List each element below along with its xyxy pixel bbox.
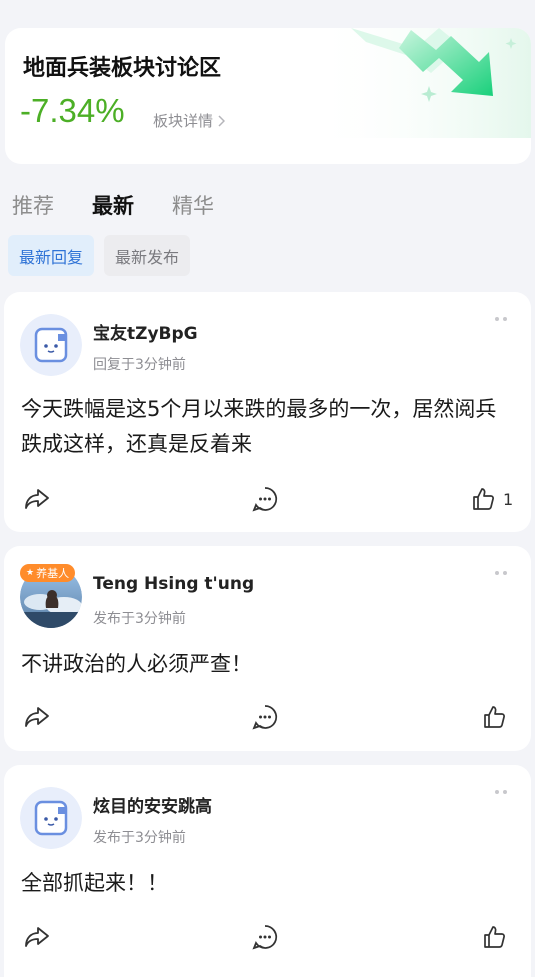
more-options-icon[interactable] bbox=[495, 790, 507, 794]
share-button[interactable] bbox=[24, 702, 50, 732]
tab-recommend[interactable]: 推荐 bbox=[12, 190, 54, 226]
post-author[interactable]: 宝友tZyBpG bbox=[93, 319, 198, 344]
post-content[interactable]: 全部抓起来！！ bbox=[21, 866, 511, 901]
badge-star-icon: ★ bbox=[26, 568, 35, 578]
chevron-right-icon bbox=[218, 114, 226, 127]
comment-icon bbox=[252, 705, 278, 730]
thumbs-up-icon bbox=[484, 706, 505, 728]
share-icon bbox=[25, 927, 49, 947]
thumbs-up-icon bbox=[484, 926, 505, 948]
tab-featured[interactable]: 精华 bbox=[172, 190, 214, 226]
share-icon bbox=[25, 707, 49, 727]
sector-detail-link[interactable]: 板块详情 bbox=[153, 110, 226, 131]
thumbs-up-icon bbox=[473, 488, 494, 510]
post-card[interactable]: ★ 养基人 Teng Hsing t'ung 发布于3分钟前 不讲政治的人必须严… bbox=[4, 546, 531, 751]
comment-button[interactable] bbox=[252, 702, 278, 732]
tab-latest[interactable]: 最新 bbox=[92, 190, 134, 226]
like-button[interactable]: 1 bbox=[471, 484, 513, 514]
like-button[interactable] bbox=[482, 922, 514, 952]
comment-icon bbox=[252, 487, 278, 512]
comment-button[interactable] bbox=[252, 484, 278, 514]
post-time: 发布于3分钟前 bbox=[93, 830, 186, 846]
comment-button[interactable] bbox=[252, 922, 278, 952]
avatar[interactable] bbox=[20, 314, 82, 376]
more-options-icon[interactable] bbox=[495, 317, 507, 321]
post-author[interactable]: 炫目的安安跳高 bbox=[93, 792, 212, 817]
sector-detail-label: 板块详情 bbox=[153, 112, 214, 130]
post-card[interactable]: 炫目的安安跳高 发布于3分钟前 全部抓起来！！ bbox=[4, 765, 531, 977]
sector-header-card: 地面兵装板块讨论区 -7.34% 板块详情 bbox=[5, 28, 531, 164]
sector-title: 地面兵装板块讨论区 bbox=[23, 56, 222, 81]
post-time: 发布于3分钟前 bbox=[93, 611, 186, 627]
more-options-icon[interactable] bbox=[495, 571, 507, 575]
default-avatar-icon bbox=[20, 787, 82, 849]
post-time: 回复于3分钟前 bbox=[93, 357, 186, 373]
post-card[interactable]: 宝友tZyBpG 回复于3分钟前 今天跌幅是这5个月以来跌的最多的一次，居然阅兵… bbox=[4, 292, 531, 532]
default-avatar-icon bbox=[20, 314, 82, 376]
post-content[interactable]: 今天跌幅是这5个月以来跌的最多的一次，居然阅兵跌成这样，还真是反着来 bbox=[21, 392, 511, 462]
avatar-badge-label: 养基人 bbox=[36, 567, 70, 580]
avatar-badge: ★ 养基人 bbox=[20, 564, 76, 582]
share-button[interactable] bbox=[24, 484, 50, 514]
subtab-latest-reply[interactable]: 最新回复 bbox=[8, 235, 95, 276]
down-trend-arrow-icon bbox=[311, 28, 531, 138]
like-button[interactable] bbox=[482, 702, 514, 732]
sort-subtabs: 最新回复 最新发布 bbox=[8, 235, 191, 276]
share-button[interactable] bbox=[24, 922, 50, 952]
like-count: 1 bbox=[503, 489, 514, 509]
post-content[interactable]: 不讲政治的人必须严查！ bbox=[21, 647, 511, 682]
share-icon bbox=[25, 489, 49, 509]
feed-tabs: 推荐 最新 精华 bbox=[0, 190, 535, 226]
avatar[interactable] bbox=[20, 787, 82, 849]
sector-change-percent: -7.34% bbox=[20, 92, 125, 129]
subtab-latest-post[interactable]: 最新发布 bbox=[104, 235, 191, 276]
post-author[interactable]: Teng Hsing t'ung bbox=[93, 574, 254, 594]
comment-icon bbox=[252, 925, 278, 950]
